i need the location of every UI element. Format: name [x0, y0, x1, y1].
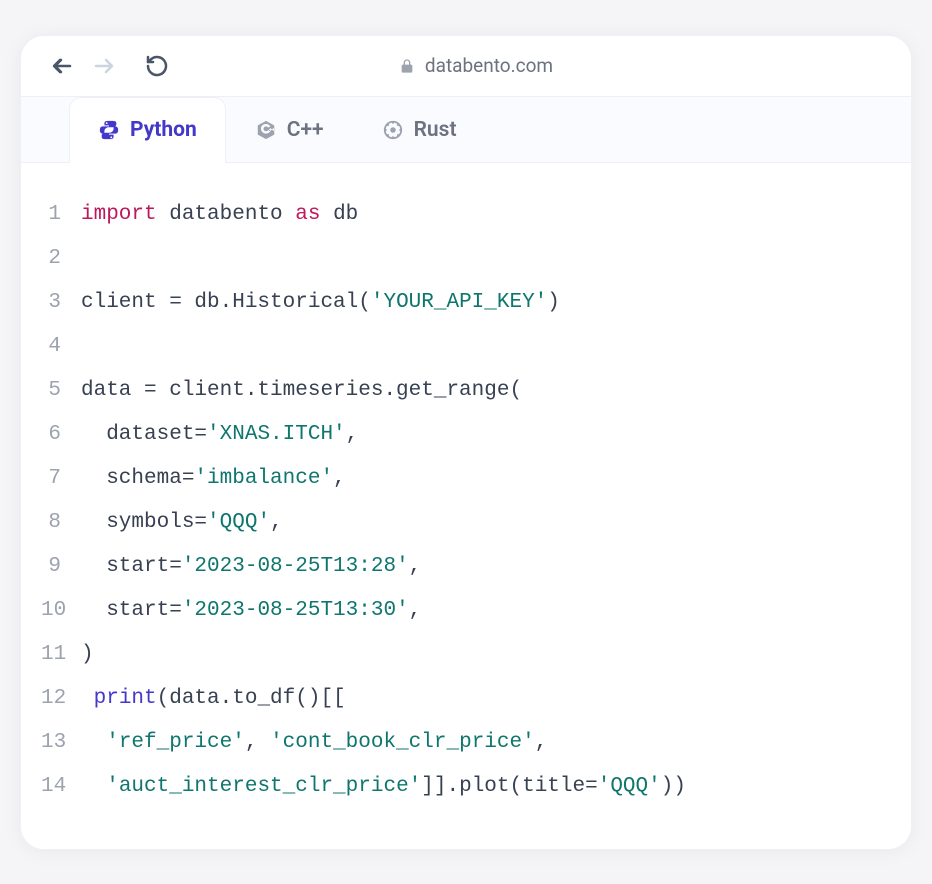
tab-python[interactable]: Python [69, 97, 226, 163]
code-line: 10 start='2023-08-25T13:30', [41, 589, 891, 633]
code-line: 6 dataset='XNAS.ITCH', [41, 413, 891, 457]
line-number: 8 [41, 501, 81, 545]
tab-label: C++ [287, 118, 324, 142]
code-line: 7 schema='imbalance', [41, 457, 891, 501]
line-content: print(data.to_df()[[ [81, 677, 891, 721]
code-line: 3client = db.Historical('YOUR_API_KEY') [41, 281, 891, 325]
tab-rust[interactable]: Rust [353, 97, 486, 162]
code-line: 14 'auct_interest_clr_price']].plot(titl… [41, 765, 891, 809]
nav-buttons [49, 54, 169, 78]
line-number: 2 [41, 237, 81, 281]
line-content: 'ref_price', 'cont_book_clr_price', [81, 721, 891, 765]
line-content: 'auct_interest_clr_price']].plot(title='… [81, 765, 891, 809]
code-line: 11) [41, 633, 891, 677]
line-content: ) [81, 633, 891, 677]
code-line: 5data = client.timeseries.get_range( [41, 369, 891, 413]
code-line: 9 start='2023-08-25T13:28', [41, 545, 891, 589]
line-number: 9 [41, 545, 81, 589]
line-number: 12 [41, 677, 81, 721]
rust-icon [382, 119, 404, 141]
code-line: 13 'ref_price', 'cont_book_clr_price', [41, 721, 891, 765]
line-content: dataset='XNAS.ITCH', [81, 413, 891, 457]
python-icon [98, 119, 120, 141]
line-content: client = db.Historical('YOUR_API_KEY') [81, 281, 891, 325]
back-button[interactable] [49, 54, 73, 78]
line-number: 14 [41, 765, 81, 809]
line-number: 13 [41, 721, 81, 765]
line-number: 1 [41, 193, 81, 237]
line-number: 3 [41, 281, 81, 325]
code-line: 12 print(data.to_df()[[ [41, 677, 891, 721]
line-number: 5 [41, 369, 81, 413]
code-line: 1import databento as db [41, 193, 891, 237]
reload-icon [145, 54, 169, 78]
line-number: 11 [41, 633, 81, 677]
code-line: 8 symbols='QQQ', [41, 501, 891, 545]
line-number: 10 [41, 589, 81, 633]
code-line: 2 [41, 237, 891, 281]
code-line: 4 [41, 325, 891, 369]
line-content: schema='imbalance', [81, 457, 891, 501]
tab-cpp[interactable]: C++ [226, 97, 353, 162]
cpp-icon [255, 119, 277, 141]
reload-button[interactable] [145, 54, 169, 78]
line-number: 7 [41, 457, 81, 501]
tab-label: Python [130, 118, 197, 142]
browser-window: databento.com Python C++ [20, 35, 912, 850]
language-tabs: Python C++ [21, 97, 911, 163]
line-content: symbols='QQQ', [81, 501, 891, 545]
browser-toolbar: databento.com [21, 36, 911, 97]
tab-label: Rust [414, 118, 457, 142]
line-number: 4 [41, 325, 81, 369]
line-content: start='2023-08-25T13:30', [81, 589, 891, 633]
lock-icon [399, 58, 415, 74]
line-number: 6 [41, 413, 81, 457]
forward-button [93, 54, 117, 78]
url-text: databento.com [425, 54, 553, 77]
arrow-right-icon [93, 54, 117, 78]
arrow-left-icon [49, 54, 73, 78]
line-content: start='2023-08-25T13:28', [81, 545, 891, 589]
code-editor[interactable]: 1import databento as db23client = db.His… [21, 163, 911, 849]
address-bar[interactable]: databento.com [193, 54, 759, 77]
line-content: import databento as db [81, 193, 891, 237]
line-content: data = client.timeseries.get_range( [81, 369, 891, 413]
